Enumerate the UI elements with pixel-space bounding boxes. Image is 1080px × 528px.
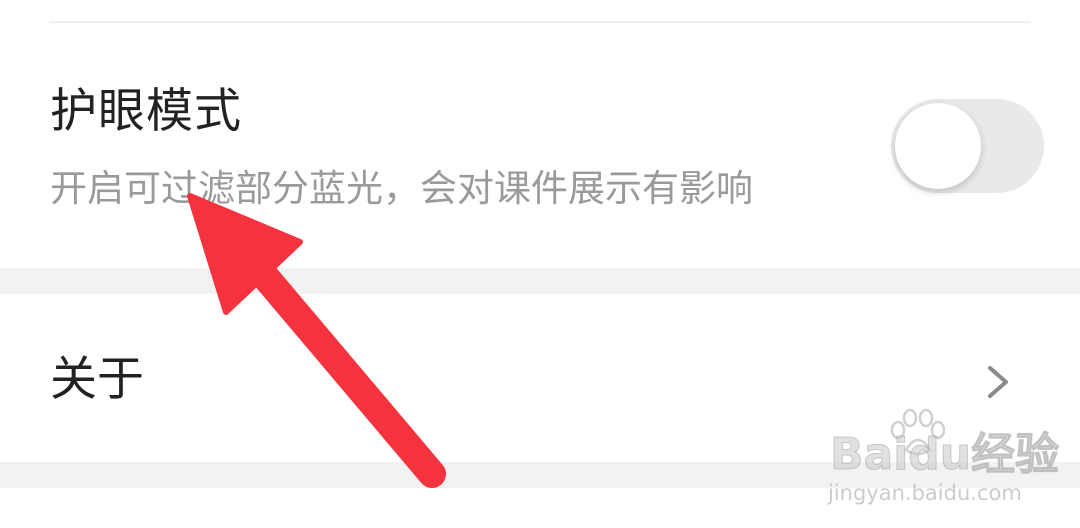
about-label: 关于: [50, 352, 144, 407]
top-divider: [50, 21, 1030, 23]
eye-mode-title: 护眼模式: [50, 84, 242, 139]
eye-mode-card: 护眼模式 开启可过滤部分蓝光，会对课件展示有影响: [0, 0, 1080, 268]
chevron-right-icon: [988, 366, 1008, 398]
about-row[interactable]: 关于: [0, 294, 1080, 462]
next-row-card: [0, 488, 1080, 528]
toggle-knob: [895, 103, 981, 189]
eye-mode-description: 开启可过滤部分蓝光，会对课件展示有影响: [50, 167, 753, 210]
eye-mode-toggle[interactable]: [891, 99, 1044, 193]
